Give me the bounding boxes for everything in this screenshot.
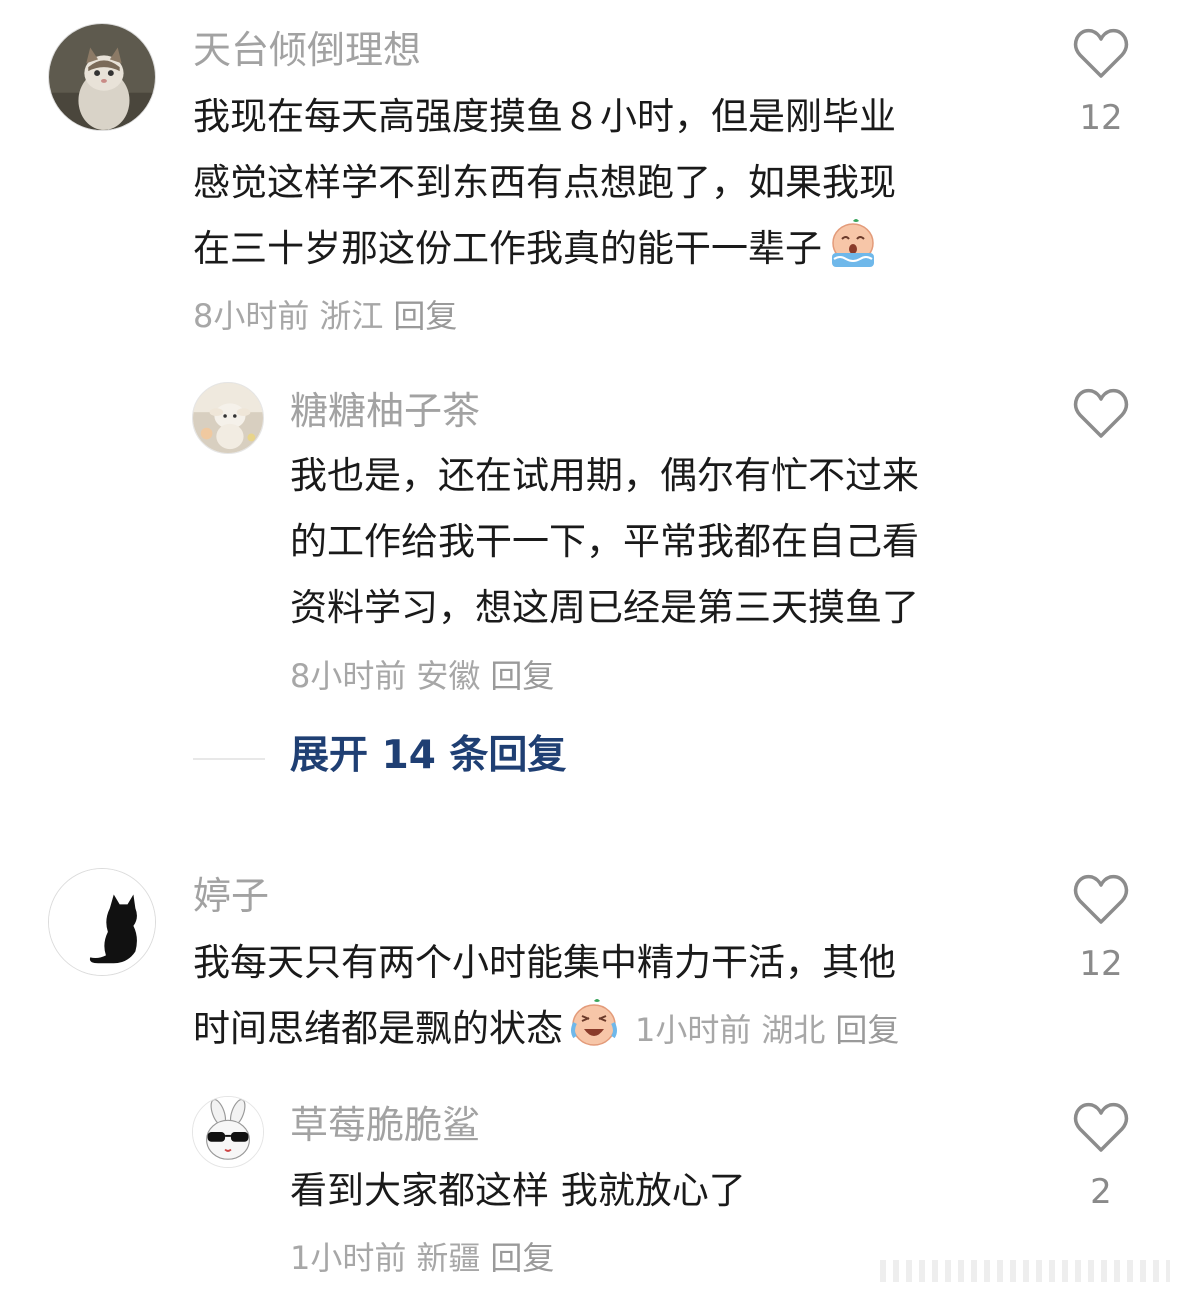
comment-meta: 8小时前 安徽 回复 — [290, 660, 564, 692]
comment-text: 我现在每天高强度摸鱼８小时，但是刚毕业 感觉这样学不到东西有点想跑了，如果我现 … — [193, 84, 896, 282]
heart-outline-icon — [1073, 388, 1129, 438]
comment-location: 新疆 — [416, 1239, 481, 1277]
comment-text-line: 感觉这样学不到东西有点想跑了，如果我现 — [193, 161, 896, 204]
comment-meta: 8小时前 浙江 回复 — [193, 300, 467, 332]
comment-text-line: 在三十岁那这份工作我真的能干一辈子 — [193, 216, 896, 282]
comment-text-line: 我现在每天高强度摸鱼８小时，但是刚毕业 — [193, 95, 896, 138]
username[interactable]: 婷子 — [193, 877, 269, 915]
comment-time: 8小时前 — [193, 297, 310, 335]
heart-outline-icon — [1073, 1102, 1129, 1152]
comment-text: 我也是，还在试用期，偶尔有忙不过来 的工作给我干一下，平常我都在自己看 资料学习… — [290, 443, 919, 641]
comment-text-line: 的工作给我干一下，平常我都在自己看 — [290, 520, 919, 563]
crying-laughing-emoji-icon — [567, 997, 621, 1051]
like-button[interactable] — [1071, 24, 1131, 84]
reply-button[interactable]: 回复 — [490, 657, 554, 695]
comment-location: 安徽 — [416, 657, 481, 695]
expand-replies-button[interactable]: 展开 14 条回复 — [290, 736, 566, 775]
like-button[interactable] — [1071, 384, 1131, 444]
avatar[interactable] — [48, 868, 156, 976]
reply-button[interactable]: 回复 — [393, 297, 457, 335]
comment-text: 我每天只有两个小时能集中精力干活，其他 时间思绪都是飘的状态 1小时前 湖北 回复 — [193, 930, 909, 1062]
heart-outline-icon — [1073, 28, 1129, 78]
avatar[interactable] — [192, 1096, 264, 1168]
sunglasses-bunny-avatar-icon — [193, 1097, 263, 1167]
comment-text-line: 我也是，还在试用期，偶尔有忙不过来 — [290, 454, 919, 497]
comment-location: 浙江 — [319, 297, 384, 335]
expand-divider — [193, 758, 265, 760]
comment-text-line-content: 在三十岁那这份工作我真的能干一辈子 — [193, 227, 822, 270]
username[interactable]: 糖糖柚子茶 — [290, 392, 480, 430]
like-count: 12 — [1079, 98, 1123, 138]
watermark-strip — [880, 1260, 1170, 1282]
heart-outline-icon — [1073, 874, 1129, 924]
like-count: 2 — [1090, 1172, 1112, 1212]
comment-text-line: 资料学习，想这周已经是第三天摸鱼了 — [290, 586, 919, 629]
comment-text: 看到大家都这样 我就放心了 — [290, 1158, 746, 1224]
cat-photo-avatar-icon — [49, 24, 155, 130]
like-button[interactable] — [1071, 1098, 1131, 1158]
avatar[interactable] — [48, 23, 156, 131]
black-cat-silhouette-avatar-icon — [49, 869, 155, 975]
like-button[interactable] — [1071, 870, 1131, 930]
lamb-plush-avatar-icon — [193, 383, 263, 453]
reply-button[interactable]: 回复 — [490, 1239, 554, 1277]
comment-meta: 1小时前 新疆 回复 — [290, 1242, 564, 1274]
comment-text-line: 看到大家都这样 我就放心了 — [290, 1169, 746, 1212]
comment-time: 1小时前 — [290, 1239, 407, 1277]
avatar[interactable] — [192, 382, 264, 454]
comment-text-line-content: 时间思绪都是飘的状态 — [193, 1007, 563, 1050]
comment-time: 1小时前 — [635, 1011, 752, 1049]
comment-text-line: 我每天只有两个小时能集中精力干活，其他 — [193, 941, 896, 984]
comment-meta: 1小时前 湖北 回复 — [635, 1011, 909, 1049]
username[interactable]: 天台倾倒理想 — [193, 31, 421, 69]
username[interactable]: 草莓脆脆鲨 — [290, 1106, 480, 1144]
comment-location: 湖北 — [761, 1011, 826, 1049]
like-count: 12 — [1079, 944, 1123, 984]
comment-text-line: 时间思绪都是飘的状态 1小时前 湖北 回复 — [193, 996, 909, 1062]
reply-button[interactable]: 回复 — [835, 1011, 899, 1049]
comment-time: 8小时前 — [290, 657, 407, 695]
crying-emoji-icon — [826, 217, 880, 271]
